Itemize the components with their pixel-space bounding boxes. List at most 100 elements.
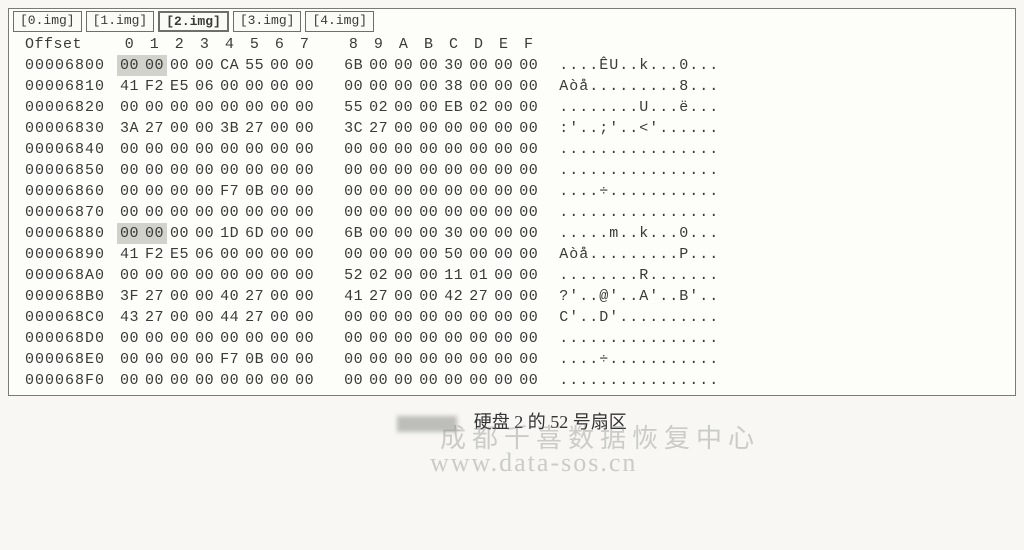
hex-cell[interactable]: 00 [192,328,217,349]
hex-cell[interactable]: 00 [242,244,267,265]
hex-cell[interactable]: 00 [192,118,217,139]
hex-cell[interactable]: 00 [366,181,391,202]
hex-cell[interactable]: 00 [142,97,167,118]
hex-cell[interactable]: 00 [217,97,242,118]
hex-cell[interactable]: 00 [516,160,541,181]
hex-cell[interactable]: 00 [167,265,192,286]
hex-cell[interactable]: 43 [117,307,142,328]
hex-cell[interactable]: 00 [167,328,192,349]
hex-cell[interactable]: 00 [466,244,491,265]
hex-cell[interactable]: 00 [516,265,541,286]
hex-cell[interactable]: 00 [292,202,317,223]
hex-cell[interactable]: 00 [167,349,192,370]
hex-cell[interactable]: 00 [267,370,292,391]
hex-cell[interactable]: 00 [516,202,541,223]
hex-cell[interactable]: 00 [491,370,516,391]
hex-cell[interactable]: 00 [341,349,366,370]
hex-cell[interactable]: 27 [142,307,167,328]
hex-cell[interactable]: 00 [292,349,317,370]
hex-cell[interactable]: 00 [217,202,242,223]
hex-cell[interactable]: 00 [391,139,416,160]
hex-cell[interactable]: 55 [242,55,267,76]
hex-cell[interactable]: 27 [366,286,391,307]
hex-cell[interactable]: 6B [341,223,366,244]
hex-cell[interactable]: 50 [441,244,466,265]
hex-cell[interactable]: 00 [267,286,292,307]
hex-cell[interactable]: CA [217,55,242,76]
hex-cell[interactable]: 00 [516,328,541,349]
hex-cell[interactable]: 00 [217,370,242,391]
hex-cell[interactable]: 00 [292,97,317,118]
hex-cell[interactable]: 6B [341,55,366,76]
hex-cell[interactable]: 27 [242,307,267,328]
hex-cell[interactable]: 00 [167,55,192,76]
hex-cell[interactable]: 00 [267,118,292,139]
hex-cell[interactable]: 30 [441,223,466,244]
hex-cell[interactable]: 00 [117,160,142,181]
hex-cell[interactable]: 00 [267,349,292,370]
hex-cell[interactable]: 00 [416,265,441,286]
hex-cell[interactable]: 00 [217,160,242,181]
hex-cell[interactable]: 00 [192,349,217,370]
hex-cell[interactable]: 00 [142,370,167,391]
hex-cell[interactable]: 00 [192,202,217,223]
hex-cell[interactable]: 00 [391,160,416,181]
tab-1[interactable]: [1.img] [86,11,155,32]
hex-cell[interactable]: 44 [217,307,242,328]
hex-cell[interactable]: F7 [217,349,242,370]
hex-cell[interactable]: 00 [167,286,192,307]
hex-cell[interactable]: 00 [391,55,416,76]
hex-cell[interactable]: 00 [292,160,317,181]
hex-cell[interactable]: E5 [167,244,192,265]
hex-cell[interactable]: 42 [441,286,466,307]
hex-cell[interactable]: 00 [491,160,516,181]
hex-cell[interactable]: 00 [267,139,292,160]
hex-cell[interactable]: 00 [416,328,441,349]
hex-cell[interactable]: 02 [466,97,491,118]
hex-cell[interactable]: 00 [142,181,167,202]
hex-cell[interactable]: 00 [516,244,541,265]
hex-cell[interactable]: 52 [341,265,366,286]
hex-cell[interactable]: 00 [516,349,541,370]
hex-cell[interactable]: 00 [142,349,167,370]
hex-cell[interactable]: 00 [192,139,217,160]
hex-cell[interactable]: 00 [366,139,391,160]
hex-cell[interactable]: 00 [142,265,167,286]
hex-cell[interactable]: 00 [341,202,366,223]
hex-cell[interactable]: 02 [366,97,391,118]
hex-cell[interactable]: 06 [192,244,217,265]
hex-cell[interactable]: 00 [292,265,317,286]
hex-cell[interactable]: 00 [491,328,516,349]
hex-cell[interactable]: 00 [167,307,192,328]
hex-cell[interactable]: 00 [192,370,217,391]
hex-cell[interactable]: 00 [117,328,142,349]
hex-cell[interactable]: 00 [441,139,466,160]
hex-cell[interactable]: 38 [441,76,466,97]
hex-cell[interactable]: 00 [466,370,491,391]
hex-cell[interactable]: 00 [416,202,441,223]
hex-cell[interactable]: 00 [466,76,491,97]
hex-cell[interactable]: 00 [167,181,192,202]
hex-cell[interactable]: 27 [366,118,391,139]
hex-cell[interactable]: 00 [516,139,541,160]
hex-cell[interactable]: 00 [416,55,441,76]
hex-cell[interactable]: 00 [142,223,167,244]
hex-cell[interactable]: 00 [416,139,441,160]
hex-cell[interactable]: 00 [516,370,541,391]
hex-cell[interactable]: 0B [242,181,267,202]
hex-cell[interactable]: 00 [466,160,491,181]
hex-cell[interactable]: 00 [341,160,366,181]
hex-cell[interactable]: 3C [341,118,366,139]
hex-cell[interactable]: 00 [242,328,267,349]
hex-cell[interactable]: 00 [217,76,242,97]
hex-cell[interactable]: 00 [292,307,317,328]
hex-cell[interactable]: F2 [142,244,167,265]
hex-cell[interactable]: 00 [267,181,292,202]
hex-cell[interactable]: 00 [117,370,142,391]
hex-cell[interactable]: 00 [242,160,267,181]
hex-cell[interactable]: 11 [441,265,466,286]
hex-cell[interactable]: 00 [117,223,142,244]
hex-cell[interactable]: 00 [391,97,416,118]
hex-cell[interactable]: 00 [416,181,441,202]
hex-cell[interactable]: 00 [366,349,391,370]
